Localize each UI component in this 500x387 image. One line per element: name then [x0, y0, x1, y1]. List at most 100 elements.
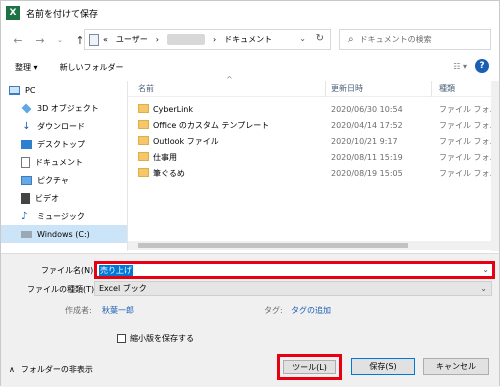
sidebar-item-label: 3D オブジェクト: [37, 103, 99, 113]
sidebar-item-pc[interactable]: PC: [1, 81, 127, 99]
3d-objects-icon: [21, 103, 32, 113]
filename-label: ファイル名(N):: [41, 266, 96, 275]
column-header-type[interactable]: 種類: [439, 83, 455, 94]
sidebar-item-label: デスクトップ: [37, 139, 85, 149]
file-list: ^ 名前 更新日時 種類 CyberLink 2020/06/30 10:54 …: [128, 75, 499, 251]
file-type: ファイル フォル: [439, 136, 498, 146]
save-options-panel: ファイル名(N): 売り上げ ⌄ ファイルの種類(T): Excel ブック ⌄…: [1, 253, 499, 387]
sidebar-item-desktop[interactable]: デスクトップ: [1, 135, 127, 153]
address-bar[interactable]: « ユーザー › › ドキュメント ⌄ ↻: [84, 29, 331, 50]
command-bar: 整理 ▾ 新しいフォルダー ☷ ▾ ?: [1, 55, 499, 79]
folder-icon: [138, 136, 149, 145]
filetype-select[interactable]: Excel ブック ⌄: [94, 281, 492, 296]
file-date: 2020/04/14 17:52: [331, 120, 403, 130]
save-button[interactable]: 保存(S): [351, 358, 415, 375]
sidebar-item-documents[interactable]: ドキュメント: [1, 153, 127, 171]
help-icon[interactable]: ?: [475, 59, 489, 73]
folder-icon: [138, 168, 149, 177]
horizontal-scrollbar[interactable]: [128, 241, 491, 250]
author-value[interactable]: 秋葉一郎: [102, 305, 134, 316]
filetype-label: ファイルの種類(T):: [27, 285, 97, 294]
sidebar-item-label: Windows (C:): [37, 229, 90, 239]
recent-locations-chevron-icon[interactable]: ⌄: [51, 31, 69, 49]
folder-icon: [138, 152, 149, 161]
address-segment-documents[interactable]: ドキュメント: [224, 34, 272, 45]
organize-menu[interactable]: 整理 ▾: [15, 62, 38, 73]
address-separator: ›: [155, 35, 159, 44]
save-thumbnail-checkbox[interactable]: 縮小版を保存する: [117, 333, 194, 344]
desktop-icon: [21, 139, 32, 149]
filename-input[interactable]: 売り上げ ⌄: [94, 261, 495, 279]
tools-highlight: ツール(L): [277, 354, 342, 380]
sidebar-item-downloads[interactable]: ↓ ダウンロード: [1, 117, 127, 135]
view-controls: ☷ ▾ ?: [453, 59, 489, 73]
tag-value[interactable]: タグの追加: [291, 305, 331, 316]
search-icon: ⌕: [348, 34, 354, 45]
file-row[interactable]: Outlook ファイル 2020/10/21 9:17 ファイル フォル: [128, 133, 499, 149]
sidebar-item-music[interactable]: ♪ ミュージック: [1, 207, 127, 225]
tools-button[interactable]: ツール(L): [283, 360, 336, 374]
title-bar: X 名前を付けて保存: [1, 1, 499, 25]
tools-label: ツール(L): [292, 362, 327, 372]
folder-icon: [138, 104, 149, 113]
file-name: 筆ぐるめ: [153, 168, 185, 178]
thumbnail-label: 縮小版を保存する: [130, 334, 194, 343]
refresh-icon[interactable]: ↻: [316, 33, 324, 44]
view-options-icon[interactable]: ☷ ▾: [453, 62, 467, 71]
author-label: 作成者:: [65, 306, 92, 315]
column-header-name[interactable]: 名前: [138, 83, 154, 94]
hide-folders-label: フォルダーの非表示: [20, 365, 93, 374]
back-arrow-icon[interactable]: ←: [9, 31, 27, 49]
sidebar-item-label: ビデオ: [35, 193, 59, 203]
file-name: CyberLink: [153, 104, 193, 114]
new-folder-button[interactable]: 新しいフォルダー: [60, 62, 124, 73]
hide-folders-button[interactable]: ∧ フォルダーの非表示: [9, 364, 93, 375]
address-prefix[interactable]: «: [103, 35, 108, 44]
save-label: 保存(S): [369, 362, 397, 371]
sidebar-item-label: ドキュメント: [35, 157, 83, 167]
column-divider[interactable]: [325, 81, 326, 97]
file-row[interactable]: 筆ぐるめ 2020/08/19 15:05 ファイル フォル: [128, 165, 499, 181]
forward-arrow-icon[interactable]: →: [31, 31, 49, 49]
file-date: 2020/08/11 15:19: [331, 152, 403, 162]
cancel-label: キャンセル: [436, 362, 476, 371]
cancel-button[interactable]: キャンセル: [423, 358, 489, 375]
navigation-bar: ← → ⌄ ↑ « ユーザー › › ドキュメント ⌄ ↻ ⌕ ドキュメントの検…: [1, 25, 499, 55]
tag-label: タグ:: [264, 306, 283, 315]
sidebar-item-videos[interactable]: ビデオ: [1, 189, 127, 207]
checkbox-icon[interactable]: [117, 334, 126, 343]
sidebar-item-3d-objects[interactable]: 3D オブジェクト: [1, 99, 127, 117]
sidebar-item-label: ダウンロード: [37, 121, 85, 131]
address-segment-redacted[interactable]: [166, 34, 205, 45]
video-icon: [21, 192, 30, 204]
column-divider[interactable]: [431, 81, 432, 97]
file-type: ファイル フォル: [439, 104, 498, 114]
file-row[interactable]: CyberLink 2020/06/30 10:54 ファイル フォル: [128, 101, 499, 117]
address-folder-icon: [89, 33, 99, 46]
filetype-value: Excel ブック: [99, 284, 147, 293]
folder-icon: [138, 120, 149, 129]
file-name: Office のカスタム テンプレート: [153, 120, 270, 130]
address-dropdown-icon[interactable]: ⌄: [299, 34, 306, 43]
save-as-dialog: X 名前を付けて保存 ← → ⌄ ↑ « ユーザー › › ドキュメント ⌄ ↻…: [0, 0, 500, 387]
sort-up-icon: ^: [226, 75, 233, 84]
filename-value[interactable]: 売り上げ: [99, 264, 133, 276]
scrollbar-thumb[interactable]: [138, 243, 408, 248]
file-row[interactable]: 仕事用 2020/08/11 15:19 ファイル フォル: [128, 149, 499, 165]
file-row[interactable]: Office のカスタム テンプレート 2020/04/14 17:52 ファイ…: [128, 117, 499, 133]
file-date: 2020/10/21 9:17: [331, 136, 398, 146]
sidebar-item-windows-c[interactable]: Windows (C:): [1, 225, 127, 243]
sidebar-item-pictures[interactable]: ピクチャ: [1, 171, 127, 189]
file-date: 2020/08/19 15:05: [331, 168, 403, 178]
navigation-pane: PC 3D オブジェクト ↓ ダウンロード デスクトップ ドキュメント ピクチャ…: [1, 81, 127, 251]
filename-dropdown-icon[interactable]: ⌄: [482, 265, 489, 274]
file-name: Outlook ファイル: [153, 136, 219, 146]
sidebar-item-label: PC: [25, 85, 36, 95]
sidebar-item-label: ミュージック: [37, 211, 85, 221]
address-segment-users[interactable]: ユーザー: [116, 34, 148, 45]
music-icon: ♪: [21, 210, 28, 222]
documents-icon: [21, 156, 30, 168]
vertical-scrollbar[interactable]: [491, 81, 499, 251]
column-header-date[interactable]: 更新日時: [331, 83, 363, 94]
search-box[interactable]: ⌕ ドキュメントの検索: [339, 29, 491, 50]
